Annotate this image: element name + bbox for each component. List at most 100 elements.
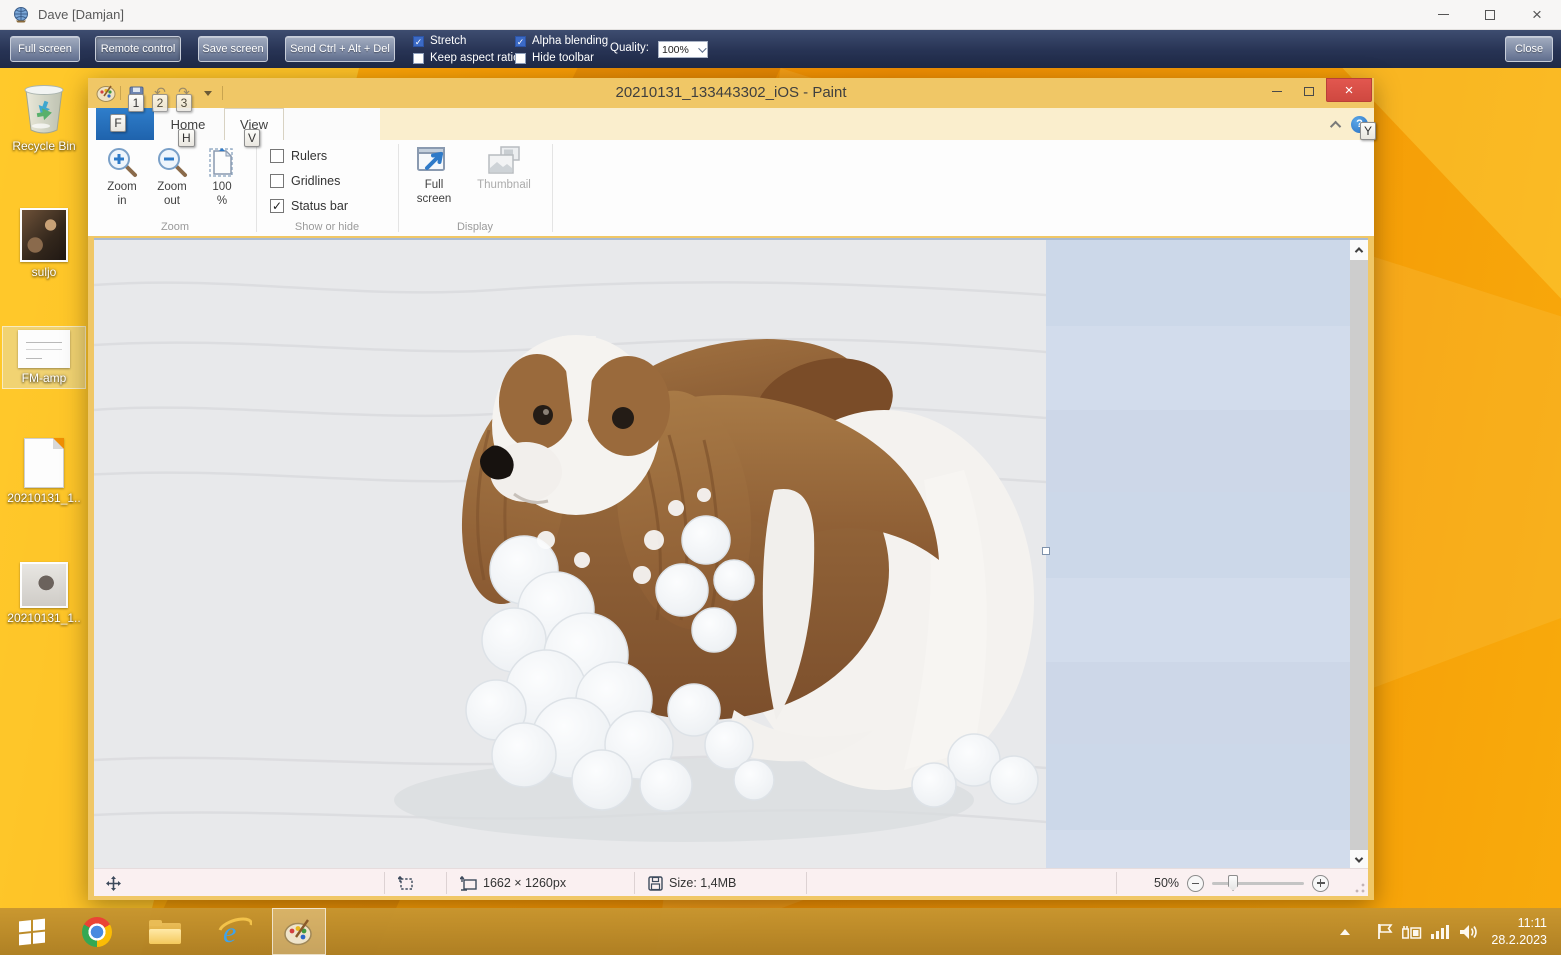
rulers-checkbox-box[interactable] <box>270 149 284 163</box>
clock-date: 28.2.2023 <box>1491 932 1547 949</box>
taskbar-clock[interactable]: 11:11 28.2.2023 <box>1491 915 1547 949</box>
desktop-icon-label: suljo <box>2 265 86 279</box>
paint-maximize-button[interactable] <box>1294 78 1324 104</box>
desktop-icon-fm-amp[interactable]: FM-amp <box>2 326 86 389</box>
zoom-slider-thumb[interactable] <box>1228 875 1238 891</box>
stretch-checkbox-box[interactable] <box>413 36 424 47</box>
hide-toolbar-label: Hide toolbar <box>532 52 594 64</box>
zoom-out-status-button[interactable] <box>1187 875 1204 892</box>
minimize-ribbon-icon[interactable] <box>1330 120 1341 131</box>
action-center-button[interactable] <box>1377 923 1393 940</box>
toolbar-checkbox-column-2: Alpha blending Hide toolbar <box>515 33 608 67</box>
chevron-up-icon <box>1355 247 1363 255</box>
move-cursor-icon <box>106 876 121 891</box>
scroll-up-button[interactable] <box>1350 240 1368 260</box>
remote-desktop-app-window: Dave [Damjan] × Full screen Remote contr… <box>0 0 1561 955</box>
alpha-blending-checkbox[interactable]: Alpha blending <box>515 33 608 49</box>
desktop-icon-suljo[interactable]: suljo <box>2 208 86 279</box>
quality-value: 100% <box>662 44 689 56</box>
alpha-blending-label: Alpha blending <box>532 35 608 47</box>
chevron-up-icon <box>1340 929 1350 935</box>
taskbar-item-chrome[interactable] <box>72 908 122 955</box>
desktop-icon-file-1[interactable]: 20210131_1.. <box>2 438 86 505</box>
status-bar-checkbox[interactable]: Status bar <box>270 197 348 215</box>
network-signal-icon[interactable] <box>1431 924 1450 939</box>
paint-minimize-button[interactable] <box>1262 78 1292 104</box>
paint-window-title: 20210131_133443302_iOS - Paint <box>88 84 1374 101</box>
scroll-down-button[interactable] <box>1350 850 1368 870</box>
gridlines-checkbox-box[interactable] <box>270 174 284 188</box>
paint-window: ↶ ↷ 1 2 3 20210131_133443302_iOS - Paint… <box>88 78 1374 900</box>
signal-bars-icon <box>1431 924 1450 939</box>
status-bar-checkbox-box[interactable] <box>270 199 284 213</box>
toolbar-checkbox-column-1: Stretch Keep aspect ratio <box>413 33 520 67</box>
zoom-100-icon <box>206 146 238 178</box>
taskbar-item-paint-active[interactable] <box>272 908 326 955</box>
quality-dropdown[interactable]: 100% <box>658 41 708 58</box>
show-hidden-icons-button[interactable] <box>1340 929 1350 935</box>
group-label-show-or-hide: Show or hide <box>258 221 396 233</box>
hide-toolbar-checkbox-box[interactable] <box>515 53 526 64</box>
desktop-icon-recycle-bin[interactable]: Recycle Bin <box>2 80 86 153</box>
alpha-blending-checkbox-box[interactable] <box>515 36 526 47</box>
app-minimize-button[interactable] <box>1421 0 1465 29</box>
desktop-icon-label: FM-amp <box>3 371 85 385</box>
zoom-in-button[interactable]: Zoom in <box>98 142 146 218</box>
zoom-slider-track <box>1212 882 1304 885</box>
thumbnail-icon <box>487 146 521 176</box>
paint-canvas[interactable] <box>94 240 1046 870</box>
cursor-position-indicator <box>106 869 121 897</box>
remote-control-button[interactable]: Remote control <box>95 36 181 62</box>
full-screen-button[interactable]: Full screen <box>10 36 80 62</box>
taskbar: e <box>0 908 1561 955</box>
separator <box>634 872 635 894</box>
full-screen-ribbon-button[interactable]: Full screen <box>408 142 460 218</box>
hide-toolbar-checkbox[interactable]: Hide toolbar <box>515 50 608 66</box>
canvas-image-dog-in-snow <box>94 240 1046 870</box>
tab-file[interactable]: F <box>96 108 154 140</box>
desktop-icon-label: 20210131_1.. <box>2 611 86 625</box>
system-tray: 11:11 28.2.2023 <box>1340 908 1561 955</box>
start-button[interactable] <box>6 908 58 955</box>
paint-palette-icon <box>283 918 315 946</box>
zoom-in-status-button[interactable] <box>1312 875 1329 892</box>
keep-aspect-ratio-checkbox-box[interactable] <box>413 53 424 64</box>
app-maximize-button[interactable] <box>1468 0 1512 29</box>
canvas-resize-handle[interactable] <box>1042 547 1050 555</box>
keytip-home: H <box>178 129 195 147</box>
thumbnail-button[interactable]: Thumbnail <box>466 142 542 218</box>
recycle-bin-icon <box>18 80 70 136</box>
stretch-checkbox[interactable]: Stretch <box>413 33 520 49</box>
zoom-100-button[interactable]: 100 % <box>200 142 244 218</box>
window-resize-grip[interactable] <box>1354 882 1366 894</box>
keytip-redo: 3 <box>176 94 192 112</box>
vertical-scrollbar[interactable] <box>1350 240 1368 870</box>
zoom-in-icon <box>106 146 138 178</box>
gridlines-checkbox[interactable]: Gridlines <box>270 172 340 190</box>
full-screen-icon <box>417 146 451 176</box>
zoom-slider[interactable] <box>1212 875 1304 891</box>
save-screen-button[interactable]: Save screen <box>198 36 268 62</box>
desktop-icon-file-2[interactable]: 20210131_1.. <box>2 562 86 625</box>
volume-icon[interactable] <box>1459 924 1478 940</box>
keep-aspect-ratio-checkbox[interactable]: Keep aspect ratio <box>413 50 520 66</box>
rulers-checkbox[interactable]: Rulers <box>270 147 327 165</box>
file-icon <box>24 438 64 488</box>
keytip-save: 1 <box>128 94 144 112</box>
image-dimensions-indicator: 1662 × 1260px <box>460 869 566 897</box>
separator <box>446 872 447 894</box>
close-session-button[interactable]: Close <box>1505 36 1553 62</box>
send-ctrl-alt-del-button[interactable]: Send Ctrl + Alt + Del <box>285 36 395 62</box>
app-titlebar: Dave [Damjan] × <box>0 0 1561 30</box>
power-status-icon[interactable] <box>1402 925 1422 939</box>
separator <box>1116 872 1117 894</box>
group-label-display: Display <box>400 221 550 233</box>
app-close-icon[interactable]: × <box>1515 0 1559 29</box>
taskbar-item-file-explorer[interactable] <box>140 908 190 955</box>
group-label-zoom: Zoom <box>94 221 256 233</box>
taskbar-item-internet-explorer[interactable]: e <box>210 908 260 955</box>
full-screen-label: Full screen <box>412 178 456 207</box>
paint-close-icon[interactable]: × <box>1326 78 1372 102</box>
zoom-level-value: 50% <box>1154 876 1179 890</box>
zoom-out-button[interactable]: Zoom out <box>148 142 196 218</box>
